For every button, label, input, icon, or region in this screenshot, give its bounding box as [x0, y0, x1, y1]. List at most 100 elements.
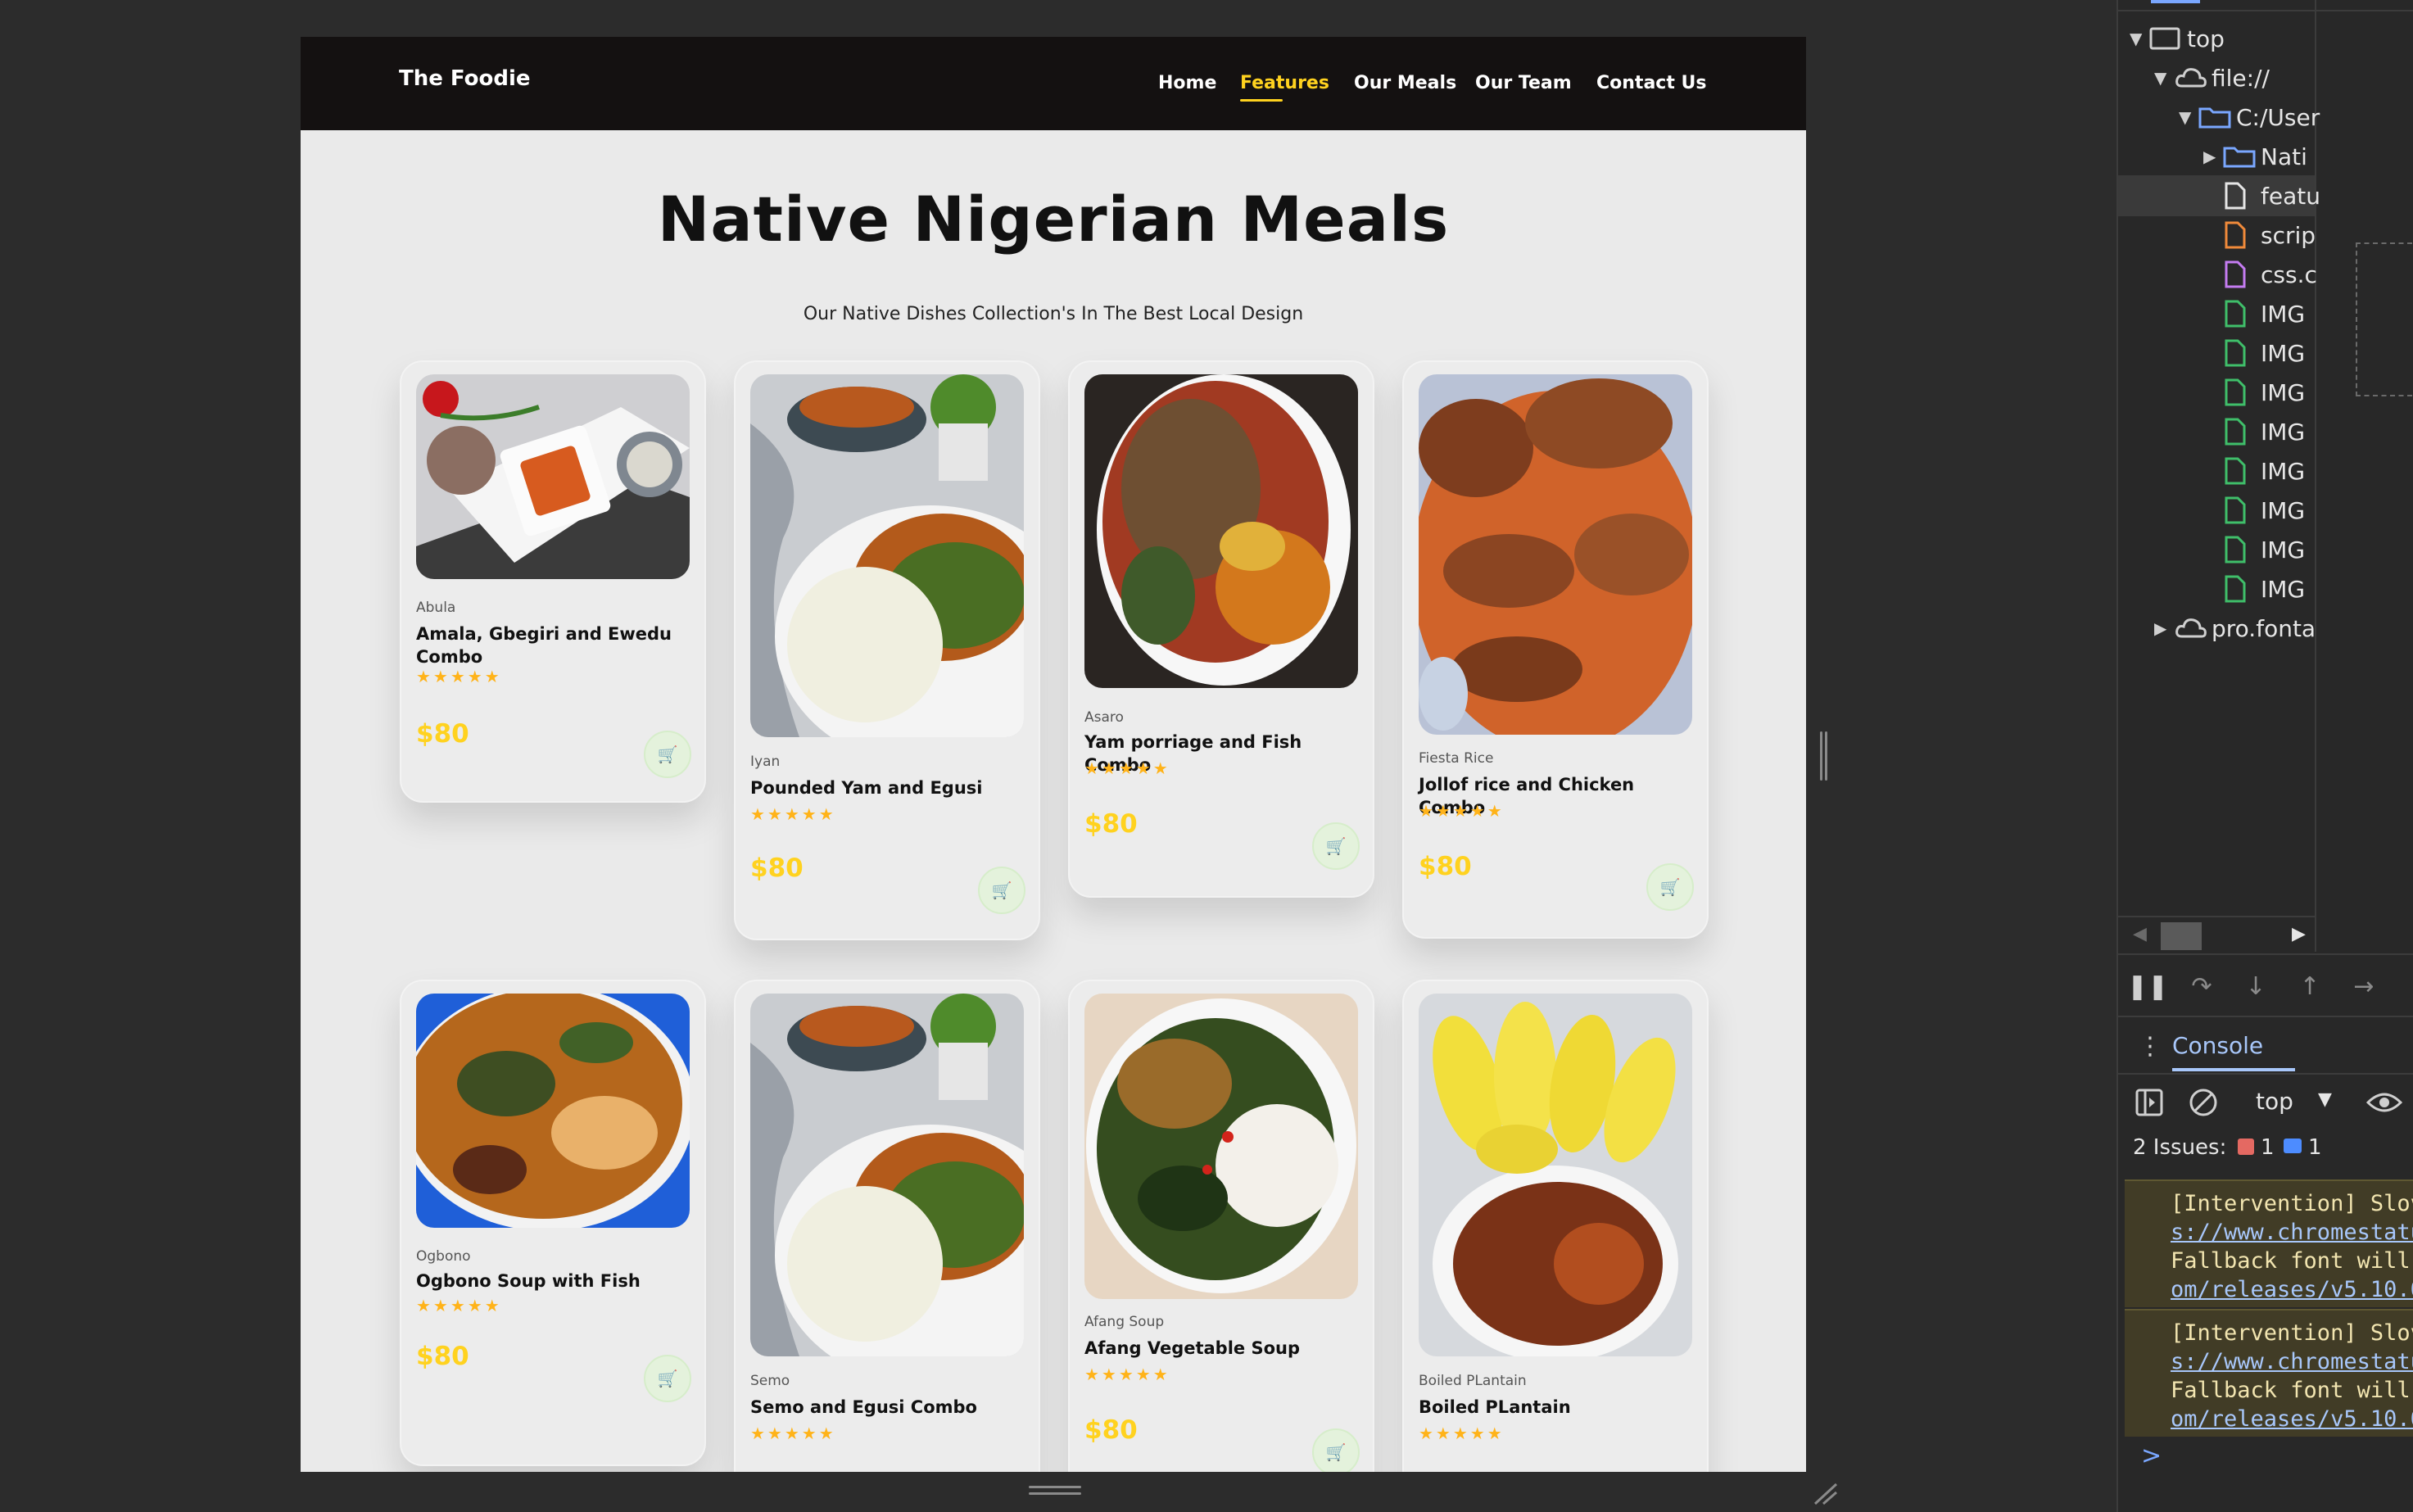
tree-item-image[interactable]: IMG — [2223, 334, 2305, 372]
meal-category: Semo — [750, 1373, 790, 1389]
meal-image-yam-porridge — [1084, 374, 1358, 688]
sidebar-toggle-icon[interactable] — [2135, 1088, 2164, 1120]
message-link[interactable]: om/releases/v5.10.0 — [2171, 1275, 2413, 1304]
meal-price: $80 — [416, 719, 469, 749]
viewport-resize-handle-right[interactable] — [1820, 731, 1828, 781]
nav-our-team[interactable]: Our Team — [1475, 73, 1572, 93]
issues-info-count: 1 — [2308, 1135, 2322, 1160]
meal-name: Pounded Yam and Egusi — [750, 778, 983, 798]
message-link[interactable]: s://www.chromestatu — [2171, 1218, 2413, 1247]
drop-zone-placeholder — [2356, 242, 2413, 396]
meal-category: Boiled PLantain — [1419, 1373, 1527, 1389]
tree-label: C:/User — [2236, 103, 2320, 131]
nav-our-meals[interactable]: Our Meals — [1354, 73, 1456, 93]
frame-icon — [2149, 27, 2187, 50]
navbar: The Foodie Home Features Our Meals Our T… — [301, 37, 1806, 130]
message-text: Fallback font will — [2171, 1248, 2411, 1274]
tree-horizontal-scrollbar[interactable]: ◀ ▶ — [2118, 916, 2316, 953]
shopping-cart-icon: 🛒 — [1325, 1442, 1347, 1462]
rating-stars: ★★★★★ — [1084, 758, 1170, 778]
tree-item-font-origin[interactable]: ▶ pro.fonta — [2154, 609, 2316, 647]
image-file-icon — [2223, 300, 2261, 328]
meal-image-pounded-yam — [750, 374, 1024, 737]
message-link[interactable]: s://www.chromestatu — [2171, 1347, 2413, 1376]
tree-item-image[interactable]: IMG — [2223, 295, 2305, 333]
viewport-resize-handle-bottom[interactable] — [1029, 1486, 1081, 1497]
tree-label: IMG — [2261, 536, 2306, 564]
add-to-cart-button[interactable]: 🛒 — [644, 731, 691, 778]
meal-name: Boiled PLantain — [1419, 1397, 1571, 1417]
message-link[interactable]: om/releases/v5.10.0 — [2171, 1405, 2413, 1433]
scroll-thumb[interactable] — [2161, 922, 2202, 950]
nav-active-underline — [1240, 99, 1283, 102]
tree-item-top[interactable]: ▼ top — [2130, 20, 2225, 57]
tree-item-css[interactable]: css.c — [2223, 256, 2317, 293]
tree-label: featu — [2261, 182, 2320, 210]
tree-item-folder-native[interactable]: ▶ Nati — [2203, 138, 2307, 175]
rating-stars: ★★★★★ — [416, 1296, 502, 1315]
tree-item-image[interactable]: IMG — [2223, 570, 2305, 608]
tree-item-folder-users[interactable]: ▼ C:/User — [2179, 98, 2320, 136]
script-file-icon — [2223, 221, 2261, 249]
stylesheet-file-icon — [2223, 260, 2261, 288]
tree-item-image[interactable]: IMG — [2223, 452, 2305, 490]
shopping-cart-icon: 🛒 — [991, 880, 1012, 900]
tree-item-image[interactable]: IMG — [2223, 373, 2305, 411]
step-out-icon[interactable]: ↑ — [2293, 970, 2326, 1003]
meal-card: Afang Soup Afang Vegetable Soup ★★★★★ $8… — [1068, 980, 1374, 1472]
add-to-cart-button[interactable]: 🛒 — [1646, 863, 1694, 911]
nav-features[interactable]: Features — [1240, 73, 1329, 93]
drawer-menu-icon[interactable]: ⋮ — [2138, 1032, 2162, 1061]
meal-price: $80 — [750, 853, 804, 883]
step-into-icon[interactable]: ↓ — [2239, 970, 2272, 1003]
dropdown-caret-icon[interactable]: ▼ — [2318, 1089, 2332, 1110]
tree-item-file-origin[interactable]: ▼ file:// — [2154, 59, 2270, 97]
tree-item-features-html[interactable]: featu — [2223, 177, 2320, 215]
tree-label: Nati — [2261, 143, 2307, 170]
image-file-icon — [2223, 457, 2261, 485]
nav-home[interactable]: Home — [1158, 73, 1216, 93]
meal-image-amala — [416, 374, 690, 579]
meal-image-semo — [750, 994, 1024, 1356]
shopping-cart-icon: 🛒 — [657, 745, 678, 764]
add-to-cart-button[interactable]: 🛒 — [1312, 822, 1360, 870]
collapsed-arrow-icon: ▶ — [2203, 147, 2216, 166]
meal-price: $80 — [1084, 1415, 1138, 1445]
tree-item-image[interactable]: IMG — [2223, 413, 2305, 450]
image-file-icon — [2223, 536, 2261, 564]
tree-label: IMG — [2261, 339, 2306, 367]
scroll-right-icon[interactable]: ▶ — [2292, 924, 2306, 944]
console-prompt[interactable]: > — [2141, 1442, 2162, 1470]
viewport-resize-corner-icon[interactable] — [1812, 1481, 1840, 1505]
tree-label: top — [2187, 25, 2225, 52]
brand-logo[interactable]: The Foodie — [399, 66, 531, 91]
step-icon[interactable]: → — [2347, 970, 2380, 1003]
tree-item-image[interactable]: IMG — [2223, 491, 2305, 529]
clear-console-icon[interactable] — [2189, 1088, 2218, 1120]
image-file-icon — [2223, 339, 2261, 367]
nav-contact-us[interactable]: Contact Us — [1596, 73, 1706, 93]
tab-console[interactable]: Console — [2172, 1032, 2263, 1059]
pause-icon[interactable]: ❚❚ — [2127, 970, 2168, 1003]
scroll-left-icon[interactable]: ◀ — [2133, 924, 2147, 944]
console-toolbar: top ▼ — [2118, 1075, 2413, 1132]
meal-category: Iyan — [750, 754, 781, 770]
add-to-cart-button[interactable]: 🛒 — [1312, 1428, 1360, 1472]
message-text: [Intervention] Slov — [2171, 1191, 2413, 1216]
issues-bar[interactable]: 2 Issues: 1 1 — [2118, 1132, 2413, 1175]
tree-item-script-js[interactable]: scrip — [2223, 216, 2316, 254]
context-selector[interactable]: top — [2256, 1088, 2293, 1115]
add-to-cart-button[interactable]: 🛒 — [644, 1355, 691, 1402]
rating-stars: ★★★★★ — [750, 804, 836, 824]
tree-label: IMG — [2261, 575, 2306, 603]
drawer-tab-bar: ⋮ Console — [2118, 1017, 2413, 1075]
tree-label: pro.fonta — [2212, 614, 2316, 642]
devtools-panel: ▼ top ▼ file:// ▼ C:/User ▶ Nati featu s… — [2116, 0, 2413, 1512]
page-title: Native Nigerian Meals — [657, 183, 1450, 256]
meal-image-afang — [1084, 994, 1358, 1299]
live-expression-eye-icon[interactable] — [2365, 1089, 2403, 1119]
add-to-cart-button[interactable]: 🛒 — [978, 867, 1025, 914]
step-over-icon[interactable]: ↷ — [2185, 970, 2218, 1003]
tree-item-image[interactable]: IMG — [2223, 531, 2305, 568]
meal-category: Abula — [416, 600, 456, 616]
